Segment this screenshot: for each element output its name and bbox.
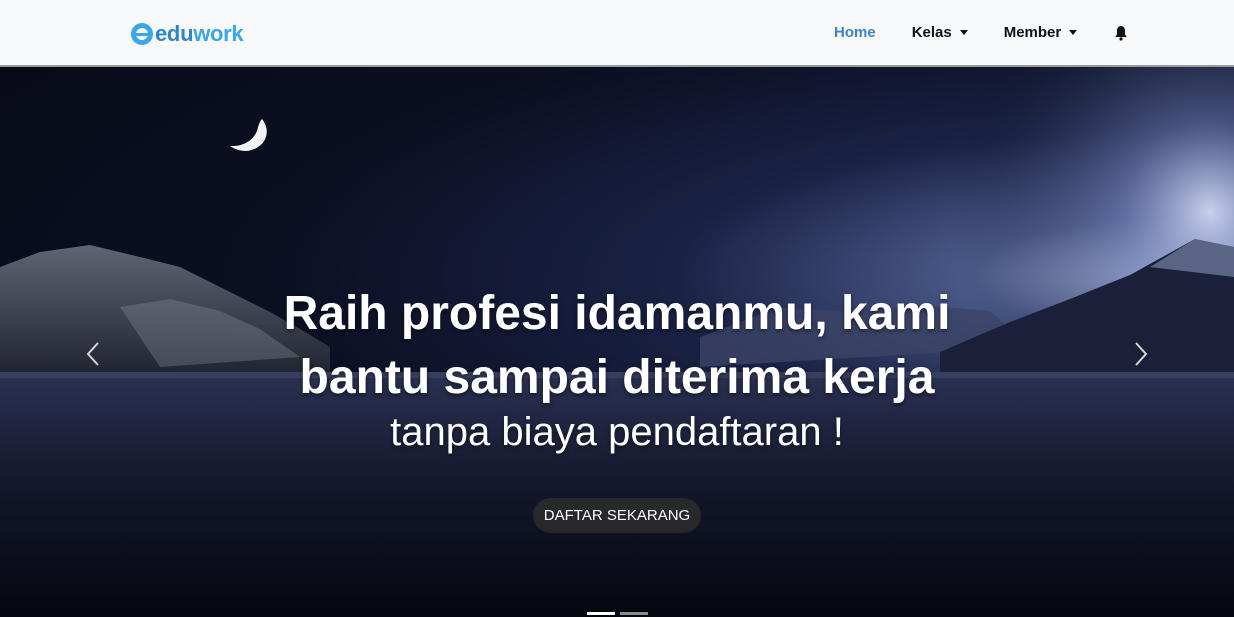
hero-headline-line2: bantu sampai diterima kerja [299, 351, 935, 404]
nav-member-dropdown[interactable]: Member [1004, 24, 1078, 41]
cta-label: DAFTAR SEKARANG [543, 507, 691, 524]
hero-carousel: Raih profesi idamanmu, kami bantu sampai… [0, 67, 1234, 617]
brand-name: eduwork [155, 21, 244, 46]
caret-down-icon [1069, 30, 1078, 35]
caret-down-icon [959, 30, 968, 35]
hero-headline: Raih profesi idamanmu, kami bantu sampai… [0, 282, 1234, 410]
brand-name-part2: work [193, 21, 244, 46]
carousel-indicators [587, 612, 653, 615]
daftar-sekarang-button[interactable]: DAFTAR SEKARANG [533, 498, 701, 533]
navbar: eduwork Home Kelas Member [0, 0, 1234, 67]
nav-home-label: Home [834, 24, 876, 41]
hero-subline: tanpa biaya pendaftaran ! [390, 410, 844, 454]
hero-headline-line1: Raih profesi idamanmu, kami [283, 287, 951, 340]
nav-kelas-dropdown[interactable]: Kelas [912, 24, 968, 41]
carousel-indicator-2[interactable] [620, 612, 648, 615]
brand-name-part1: edu [155, 21, 194, 46]
nav-menu: Home Kelas Member [820, 0, 1129, 65]
carousel-indicator-1[interactable] [587, 612, 615, 615]
bell-icon[interactable] [1113, 25, 1129, 41]
nav-home-link[interactable]: Home [834, 24, 876, 41]
nav-kelas-label: Kelas [911, 24, 952, 41]
brand-logo[interactable]: eduwork [131, 21, 244, 46]
nav-member-label: Member [1003, 24, 1062, 41]
eduwork-logo-icon [131, 23, 153, 45]
